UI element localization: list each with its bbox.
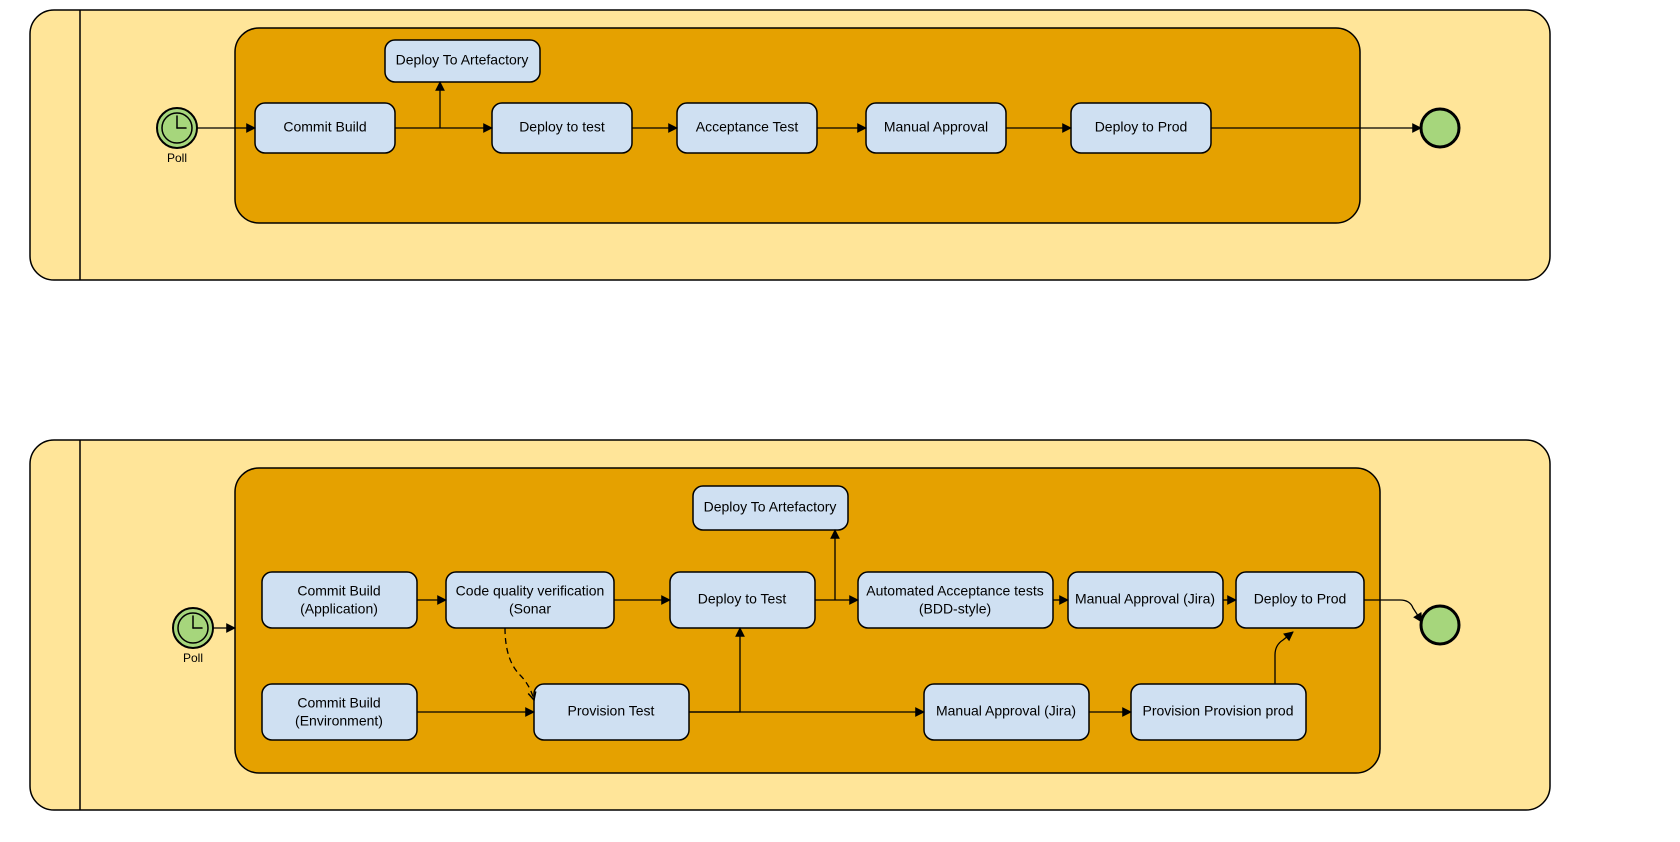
svg-text:Acceptance Test: Acceptance Test [696, 119, 799, 135]
task-deploy-prod-2: Deploy to Prod [1236, 572, 1364, 628]
svg-text:Manual Approval (Jira): Manual Approval (Jira) [1075, 591, 1215, 607]
svg-text:Deploy to Test: Deploy to Test [698, 591, 787, 607]
task-commit-env: Commit Build (Environment) [262, 684, 417, 740]
task-bdd: Automated Acceptance tests (BDD-style) [858, 572, 1053, 628]
task-commit-build-1: Commit Build [255, 103, 395, 153]
task-commit-app: Commit Build (Application) [262, 572, 417, 628]
task-approval-bottom: Manual Approval (Jira) [924, 684, 1089, 740]
bpmn-diagram: Build Pipeline Poll Commit Build Deploy … [0, 0, 1680, 842]
svg-text:Commit Build: Commit Build [297, 583, 380, 599]
task-deploy-test-1: Deploy to test [492, 103, 632, 153]
svg-text:Manual Approval: Manual Approval [884, 119, 988, 135]
svg-text:Commit Build: Commit Build [297, 695, 380, 711]
svg-text:Provision Test: Provision Test [568, 703, 655, 719]
svg-text:Deploy To Artefactory: Deploy To Artefactory [396, 52, 529, 68]
task-acceptance-test-1: Acceptance Test [677, 103, 817, 153]
svg-text:Provision Provision prod: Provision Provision prod [1143, 703, 1294, 719]
task-deploy-artefactory-2: Deploy To Artefactory [693, 486, 848, 530]
poll-label-2: Poll [183, 651, 203, 665]
svg-text:(Sonar: (Sonar [509, 601, 551, 617]
task-provision-prod: Provision Provision prod [1131, 684, 1306, 740]
svg-text:(Application): (Application) [300, 601, 378, 617]
svg-text:Commit Build: Commit Build [283, 119, 366, 135]
svg-text:Deploy to test: Deploy to test [519, 119, 605, 135]
task-approval-top: Manual Approval (Jira) [1068, 572, 1223, 628]
task-manual-approval-1: Manual Approval [866, 103, 1006, 153]
svg-text:(Environment): (Environment) [295, 713, 383, 729]
svg-text:Code quality verification: Code quality verification [456, 583, 605, 599]
task-provision-test: Provision Test [534, 684, 689, 740]
svg-text:Deploy To Artefactory: Deploy To Artefactory [704, 499, 837, 515]
svg-text:Manual Approval (Jira): Manual Approval (Jira) [936, 703, 1076, 719]
end-event-2 [1421, 606, 1459, 644]
task-sonar: Code quality verification (Sonar [446, 572, 614, 628]
task-deploy-test-2: Deploy to Test [670, 572, 815, 628]
task-deploy-artefactory-1: Deploy To Artefactory [385, 40, 540, 82]
svg-text:Deploy to Prod: Deploy to Prod [1095, 119, 1188, 135]
svg-text:Automated Acceptance tests: Automated Acceptance tests [866, 583, 1043, 599]
svg-text:Deploy to Prod: Deploy to Prod [1254, 591, 1347, 607]
task-deploy-prod-1: Deploy to Prod [1071, 103, 1211, 153]
svg-text:(BDD-style): (BDD-style) [919, 601, 991, 617]
pool-build-pipeline: Build Pipeline Poll Commit Build Deploy … [0, 0, 1550, 280]
poll-label-1: Poll [167, 151, 187, 165]
end-event-1 [1421, 109, 1459, 147]
